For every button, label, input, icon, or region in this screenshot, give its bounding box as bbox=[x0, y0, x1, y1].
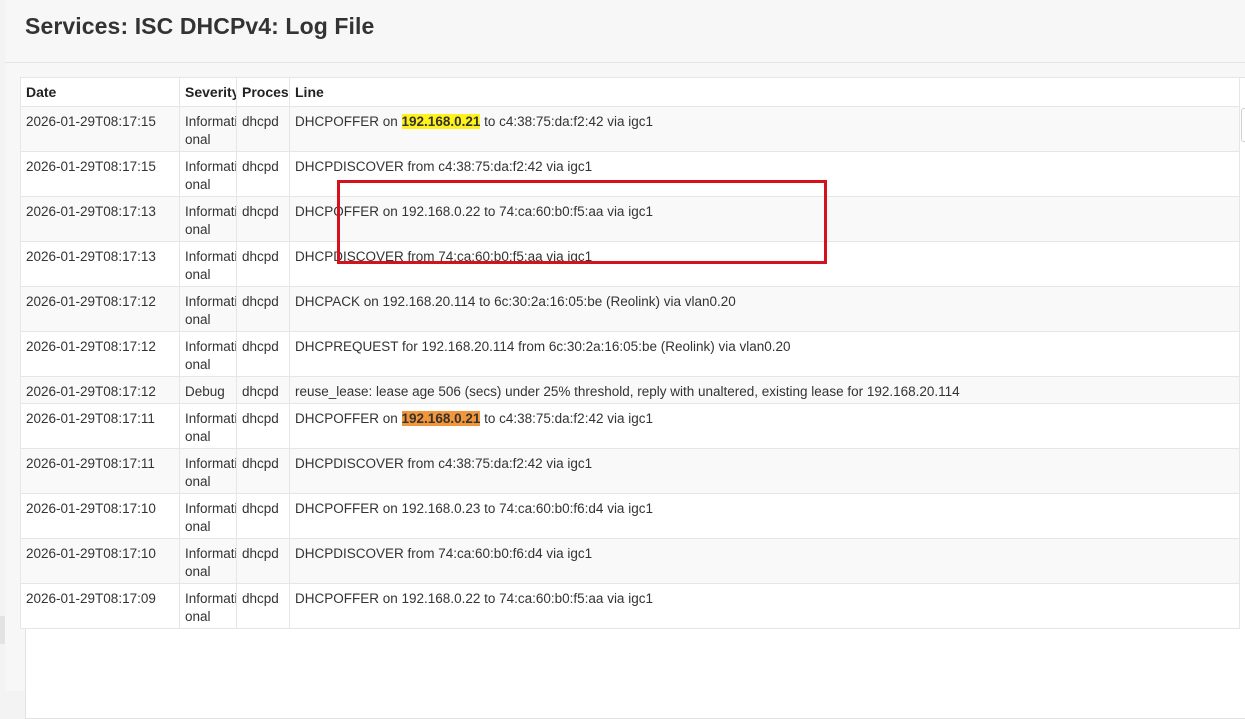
cell-severity: Informati onal bbox=[179, 151, 237, 197]
table-row: 2026-01-29T08:17:13 Informati onal dhcpd… bbox=[20, 196, 1240, 242]
cell-date: 2026-01-29T08:17:09 bbox=[20, 583, 180, 629]
cell-process: dhcpd bbox=[236, 538, 290, 584]
highlighted-ip: 192.168.0.21 bbox=[401, 114, 481, 129]
cell-line: DHCPACK on 192.168.20.114 to 6c:30:2a:16… bbox=[289, 286, 1240, 332]
cell-process: dhcpd bbox=[236, 493, 290, 539]
cell-date: 2026-01-29T08:17:10 bbox=[20, 493, 180, 539]
cell-line: DHCPOFFER on 192.168.0.22 to 74:ca:60:b0… bbox=[289, 583, 1240, 629]
table-row: 2026-01-29T08:17:11 Informati onal dhcpd… bbox=[20, 448, 1240, 494]
cell-process: dhcpd bbox=[236, 376, 290, 404]
cell-process: dhcpd bbox=[236, 106, 290, 152]
page-title: Services: ISC DHCPv4: Log File bbox=[25, 13, 375, 39]
cell-severity: Debug bbox=[179, 376, 237, 404]
page-header: Services: ISC DHCPv4: Log File bbox=[5, 0, 1245, 63]
table-row: 2026-01-29T08:17:15 Informati onal dhcpd… bbox=[20, 151, 1240, 197]
cell-process: dhcpd bbox=[236, 151, 290, 197]
cell-line: DHCPDISCOVER from 74:ca:60:b0:f6:d4 via … bbox=[289, 538, 1240, 584]
line-text: DHCPOFFER on bbox=[295, 411, 402, 426]
cell-line: DHCPOFFER on 192.168.0.21 to c4:38:75:da… bbox=[289, 106, 1240, 152]
cell-severity: Informati onal bbox=[179, 583, 237, 629]
table-row: 2026-01-29T08:17:15 Informati onal dhcpd… bbox=[20, 106, 1240, 152]
cell-date: 2026-01-29T08:17:11 bbox=[20, 448, 180, 494]
cell-severity: Informati onal bbox=[179, 493, 237, 539]
cell-line: DHCPDISCOVER from c4:38:75:da:f2:42 via … bbox=[289, 448, 1240, 494]
cell-date: 2026-01-29T08:17:12 bbox=[20, 286, 180, 332]
table-row: 2026-01-29T08:17:11 Informati onal dhcpd… bbox=[20, 403, 1240, 449]
cell-line: DHCPOFFER on 192.168.0.21 to c4:38:75:da… bbox=[289, 403, 1240, 449]
column-header-date[interactable]: Date bbox=[20, 77, 180, 107]
table-row: 2026-01-29T08:17:09 Informati onal dhcpd… bbox=[20, 583, 1240, 629]
cell-process: dhcpd bbox=[236, 583, 290, 629]
cell-process: dhcpd bbox=[236, 448, 290, 494]
column-header-line[interactable]: Line bbox=[289, 77, 1240, 107]
cell-date: 2026-01-29T08:17:15 bbox=[20, 106, 180, 152]
column-header-process[interactable]: Process bbox=[236, 77, 290, 107]
table-row: 2026-01-29T08:17:13 Informati onal dhcpd… bbox=[20, 241, 1240, 287]
table-row: 2026-01-29T08:17:10 Informati onal dhcpd… bbox=[20, 493, 1240, 539]
table-row: 2026-01-29T08:17:12 Informati onal dhcpd… bbox=[20, 286, 1240, 332]
cell-line: DHCPREQUEST for 192.168.20.114 from 6c:3… bbox=[289, 331, 1240, 377]
cell-process: dhcpd bbox=[236, 241, 290, 287]
cell-date: 2026-01-29T08:17:13 bbox=[20, 241, 180, 287]
cell-date: 2026-01-29T08:17:15 bbox=[20, 151, 180, 197]
table-row: 2026-01-29T08:17:12 Debug dhcpd reuse_le… bbox=[20, 376, 1240, 404]
cell-process: dhcpd bbox=[236, 403, 290, 449]
cell-process: dhcpd bbox=[236, 196, 290, 242]
cell-severity: Informati onal bbox=[179, 331, 237, 377]
table-header-row: Date Severity Process Line bbox=[20, 77, 1240, 107]
cell-process: dhcpd bbox=[236, 286, 290, 332]
cell-date: 2026-01-29T08:17:10 bbox=[20, 538, 180, 584]
cell-date: 2026-01-29T08:17:11 bbox=[20, 403, 180, 449]
cell-line: reuse_lease: lease age 506 (secs) under … bbox=[289, 376, 1240, 404]
table-row: 2026-01-29T08:17:12 Informati onal dhcpd… bbox=[20, 331, 1240, 377]
cell-line: DHCPDISCOVER from c4:38:75:da:f2:42 via … bbox=[289, 151, 1240, 197]
toolbar-button[interactable] bbox=[1241, 108, 1245, 142]
cell-severity: Informati onal bbox=[179, 538, 237, 584]
cell-severity: Informati onal bbox=[179, 196, 237, 242]
highlighted-ip: 192.168.0.21 bbox=[401, 411, 481, 426]
cell-date: 2026-01-29T08:17:13 bbox=[20, 196, 180, 242]
line-text: to c4:38:75:da:f2:42 via igc1 bbox=[480, 114, 653, 129]
cell-line: DHCPOFFER on 192.168.0.23 to 74:ca:60:b0… bbox=[289, 493, 1240, 539]
column-header-severity[interactable]: Severity bbox=[179, 77, 237, 107]
cell-severity: Informati onal bbox=[179, 106, 237, 152]
cell-severity: Informati onal bbox=[179, 286, 237, 332]
cell-line: DHCPDISCOVER from 74:ca:60:b0:f5:aa via … bbox=[289, 241, 1240, 287]
cell-date: 2026-01-29T08:17:12 bbox=[20, 376, 180, 404]
cell-date: 2026-01-29T08:17:12 bbox=[20, 331, 180, 377]
cell-severity: Informati onal bbox=[179, 403, 237, 449]
cell-severity: Informati onal bbox=[179, 241, 237, 287]
cell-severity: Informati onal bbox=[179, 448, 237, 494]
log-table: Date Severity Process Line 2026-01-29T08… bbox=[20, 77, 1240, 629]
table-row: 2026-01-29T08:17:10 Informati onal dhcpd… bbox=[20, 538, 1240, 584]
line-text: DHCPOFFER on bbox=[295, 114, 402, 129]
cell-line: DHCPOFFER on 192.168.0.22 to 74:ca:60:b0… bbox=[289, 196, 1240, 242]
cell-process: dhcpd bbox=[236, 331, 290, 377]
line-text: to c4:38:75:da:f2:42 via igc1 bbox=[480, 411, 653, 426]
